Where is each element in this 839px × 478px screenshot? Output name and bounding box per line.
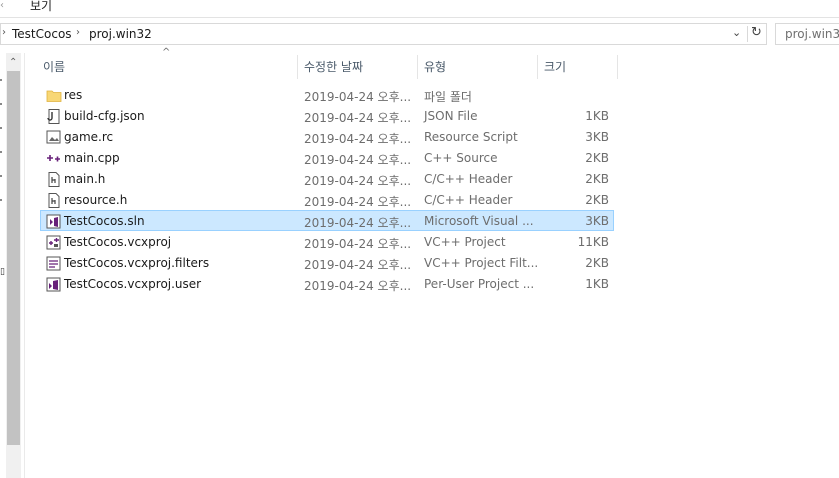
search-placeholder: proj.win32 — [785, 27, 839, 41]
column-header-size-label: 크기 — [544, 60, 567, 74]
file-type: Microsoft Visual ... — [424, 214, 534, 228]
column-header-date[interactable]: 수정한 날짜 — [298, 55, 417, 79]
refresh-icon[interactable]: ↻ — [751, 25, 762, 40]
header-file-icon — [48, 172, 60, 187]
column-header-type[interactable]: 유형 — [418, 55, 537, 79]
file-name: main.cpp — [64, 151, 120, 165]
resource-script-icon — [46, 130, 61, 144]
menu-bar: ‹ 보기 — [0, 0, 839, 18]
user-project-icon — [46, 277, 61, 292]
project-filters-icon — [46, 256, 61, 271]
file-name: build-cfg.json — [64, 109, 145, 123]
file-date: 2019-04-24 오후... — [304, 111, 412, 125]
menu-view[interactable]: 보기 — [30, 0, 52, 14]
breadcrumb-testcocos[interactable]: TestCocos — [12, 27, 72, 41]
file-name: main.h — [64, 172, 106, 186]
column-divider[interactable] — [617, 55, 618, 79]
file-size: 2KB — [585, 193, 609, 207]
address-divider — [747, 26, 748, 42]
json-file-icon — [47, 109, 60, 124]
file-name: TestCocos.vcxproj — [64, 235, 172, 249]
file-type: JSON File — [424, 109, 478, 123]
address-bar[interactable]: › TestCocos › proj.win32 ⌄ ↻ — [0, 23, 767, 45]
scrollbar-thumb[interactable] — [7, 71, 20, 445]
header-file-icon — [48, 193, 60, 208]
file-type: C/C++ Header — [424, 172, 513, 186]
file-size: 3KB — [585, 130, 609, 144]
file-name: resource.h — [64, 193, 128, 207]
file-row-resource-h[interactable]: resource.h 2019-04-24 오후... C/C++ Header… — [40, 189, 614, 210]
file-row-testcocos-sln[interactable]: TestCocos.sln 2019-04-24 오후... Microsoft… — [40, 210, 614, 231]
breadcrumb-separator-icon[interactable]: › — [76, 27, 80, 38]
file-date: 2019-04-24 오후... — [304, 174, 412, 188]
file-date: 2019-04-24 오후... — [304, 90, 412, 104]
file-type: Per-User Project ... — [424, 277, 535, 291]
column-header-name[interactable]: 이름 — [37, 55, 297, 79]
file-size: 11KB — [577, 235, 609, 249]
file-row-build-cfg-json[interactable]: build-cfg.json 2019-04-24 오후... JSON Fil… — [40, 105, 614, 126]
file-size: 2KB — [585, 172, 609, 186]
file-row-game-rc[interactable]: game.rc 2019-04-24 오후... Resource Script… — [40, 126, 614, 147]
file-name: TestCocos.sln — [64, 214, 145, 228]
file-size: 3KB — [585, 214, 609, 228]
file-row-main-cpp[interactable]: main.cpp 2019-04-24 오후... C++ Source 2KB — [40, 147, 614, 168]
file-row-testcocos-vcxproj-filters[interactable]: TestCocos.vcxproj.filters 2019-04-24 오후.… — [40, 252, 614, 273]
file-date: 2019-04-24 오후... — [304, 237, 412, 251]
file-size: 1KB — [585, 109, 609, 123]
file-type: 파일 폴더 — [424, 90, 472, 104]
file-row-main-h[interactable]: main.h 2019-04-24 오후... C/C++ Header 2KB — [40, 168, 614, 189]
column-header-size[interactable]: 크기 — [538, 55, 617, 79]
file-name: game.rc — [64, 130, 114, 144]
breadcrumb-separator-icon[interactable]: › — [2, 27, 6, 38]
visual-studio-solution-icon — [46, 214, 61, 229]
file-type: Resource Script — [424, 130, 518, 144]
file-type: VC++ Project Filt... — [424, 256, 539, 270]
file-size: 2KB — [585, 151, 609, 165]
file-type: VC++ Project — [424, 235, 506, 249]
file-type: C++ Source — [424, 151, 498, 165]
search-input[interactable]: proj.win32 — [775, 23, 839, 45]
file-name: TestCocos.vcxproj.filters — [64, 256, 210, 270]
vc-project-icon — [46, 235, 61, 250]
file-name: res — [64, 88, 83, 102]
file-date: 2019-04-24 오후... — [304, 153, 412, 167]
file-size: 2KB — [585, 256, 609, 270]
back-arrow-icon[interactable]: ‹ — [0, 0, 4, 11]
file-size: 1KB — [585, 277, 609, 291]
navigation-scrollbar[interactable]: ⌃ — [6, 53, 21, 478]
file-date: 2019-04-24 오후... — [304, 279, 412, 293]
column-header-date-label: 수정한 날짜 — [304, 60, 364, 74]
breadcrumb-proj-win32[interactable]: proj.win32 — [89, 27, 152, 41]
file-date: 2019-04-24 오후... — [304, 132, 412, 146]
file-row-testcocos-vcxproj-user[interactable]: TestCocos.vcxproj.user 2019-04-24 오후... … — [40, 273, 614, 294]
pane-splitter-icon[interactable]: ▯ — [0, 267, 5, 277]
scroll-up-icon[interactable]: ⌃ — [9, 57, 17, 68]
column-header-name-label: 이름 — [43, 60, 66, 74]
file-date: 2019-04-24 오후... — [304, 216, 412, 230]
file-date: 2019-04-24 오후... — [304, 195, 412, 209]
file-type: C/C++ Header — [424, 193, 513, 207]
file-name: TestCocos.vcxproj.user — [64, 277, 202, 291]
column-header-type-label: 유형 — [424, 60, 447, 74]
file-row-testcocos-vcxproj[interactable]: TestCocos.vcxproj 2019-04-24 오후... VC++ … — [40, 231, 614, 252]
folder-icon — [46, 90, 62, 102]
file-date: 2019-04-24 오후... — [304, 258, 412, 272]
cpp-source-icon — [47, 155, 60, 162]
file-row-res[interactable]: res 2019-04-24 오후... 파일 폴더 — [40, 84, 614, 105]
address-dropdown-icon[interactable]: ⌄ — [732, 26, 741, 39]
